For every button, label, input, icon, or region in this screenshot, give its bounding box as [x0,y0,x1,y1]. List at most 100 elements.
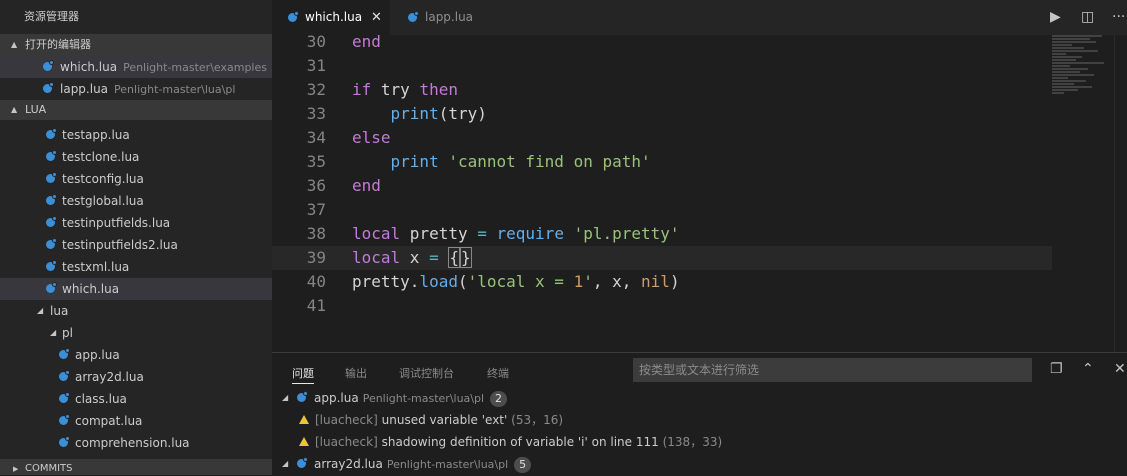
tree-item[interactable]: class.lua [0,388,272,410]
tree-item[interactable]: comprehension.lua [0,432,272,454]
open-editors-label: 打开的编辑器 [25,38,91,51]
close-icon[interactable]: ✕ [1114,361,1126,377]
tree-item-label: testxml.lua [62,260,130,274]
lua-folder-label: LUA [25,103,47,116]
bottom-panel: 问题 输出 调试控制台 终端 按类型或文本进行筛选 ❐ ⌃ ✕ ◢ app.lu… [272,352,1127,476]
tree-folder[interactable]: ◢ lua [0,300,272,322]
problem-count-badge: 5 [514,457,532,473]
code-text: print(try) [390,104,487,123]
problem-source: [luacheck] [315,435,378,449]
tree-item-label: testinputfields.lua [62,216,171,230]
lua-file-icon [46,194,57,205]
problem-file-name: app.lua [314,391,359,405]
problem-file-row[interactable]: ◢ app.lua Penlight-master\lua\pl 2 [272,387,1127,409]
tree-item-selected[interactable]: which.lua [0,278,272,300]
tree-item[interactable]: array2d.lua [0,366,272,388]
tree-item[interactable]: testinputfields2.lua [0,234,272,256]
code-text: local x = {} [352,247,472,268]
commits-label: COMMITS [25,463,73,474]
problem-location: (53，16) [511,413,564,427]
editor-area: which.lua ✕ lapp.lua ▶ ◫ ··· 30 end 31 32… [272,0,1127,352]
code-text: end [352,32,381,51]
problem-item[interactable]: [luacheck] unused variable 'ext' (53，16) [272,409,1127,431]
scrollbar[interactable] [1114,35,1127,352]
lua-file-icon [46,238,57,249]
run-icon[interactable]: ▶ [1050,9,1061,25]
tab-debug-console[interactable]: 调试控制台 [399,365,454,381]
lua-file-icon [288,11,299,22]
tree-item-label: class.lua [75,392,127,406]
tree-item[interactable]: compat.lua [0,410,272,432]
code-line: 34 else [272,126,1052,150]
copy-icon[interactable]: ❐ [1050,361,1063,377]
lua-folder-header[interactable]: ▲ LUA [0,100,272,120]
tree-item[interactable]: testapp.lua [0,124,272,146]
code-line: 31 [272,54,1052,78]
tree-item-label: testconfig.lua [62,172,144,186]
tree-item-label: which.lua [62,282,120,296]
code-text: end [352,176,381,195]
tree-item[interactable]: testclone.lua [0,146,272,168]
problem-file-row[interactable]: ◢ array2d.lua Penlight-master\lua\pl 5 [272,453,1127,475]
chevron-down-icon: ▲ [11,105,18,114]
line-number: 30 [306,32,326,51]
tree-item[interactable]: testglobal.lua [0,190,272,212]
line-number: 33 [306,104,326,123]
tree-folder[interactable]: ◢ pl [0,322,272,344]
lua-file-icon [297,391,308,402]
line-number: 41 [306,296,326,315]
tab-terminal[interactable]: 终端 [487,365,509,381]
open-editors-header[interactable]: ▲ 打开的编辑器 [0,34,272,56]
lua-file-icon [46,260,57,271]
problem-file-path: Penlight-master\lua\pl [386,458,509,471]
problem-text: [luacheck] shadowing definition of varia… [315,431,722,453]
open-editor-item[interactable]: which.lua Penlight-master\examples [0,56,272,78]
filter-input[interactable]: 按类型或文本进行筛选 [633,358,1032,382]
tree-item-label: compat.lua [75,414,143,428]
problem-count-badge: 2 [490,391,508,407]
warning-icon [299,437,309,446]
line-number: 38 [306,224,326,243]
code-line-current: 39 local x = {} [272,246,1052,270]
more-icon[interactable]: ··· [1112,9,1125,25]
tree-item-label: testinputfields2.lua [62,238,178,252]
code-text: else [352,128,391,147]
tree-item[interactable]: app.lua [0,344,272,366]
open-editor-item[interactable]: lapp.lua Penlight-master\lua\pl [0,78,272,100]
chevron-up-icon[interactable]: ⌃ [1082,361,1094,377]
tree-item-label: comprehension.lua [75,436,190,450]
chevron-right-icon: ▶ [13,465,19,473]
lua-file-icon [59,414,70,425]
line-number: 36 [306,176,326,195]
code-line: 32 if try then [272,78,1052,102]
lua-file-icon [46,282,57,293]
problem-item[interactable]: [luacheck] shadowing definition of varia… [272,431,1127,453]
code-line: 41 [272,294,1052,318]
lua-file-icon [43,60,54,71]
commits-header[interactable]: ▶ COMMITS [0,459,272,475]
code-line: 40 pretty.load('local x = 1', x, nil) [272,270,1052,294]
minimap[interactable] [1052,35,1114,115]
tree-item[interactable]: testinputfields.lua [0,212,272,234]
code-editor[interactable]: 30 end 31 32 if try then 33 print(try) 34 e… [272,32,1127,352]
lua-file-icon [46,128,57,139]
tree-item[interactable]: testxml.lua [0,256,272,278]
lua-file-icon [46,216,57,227]
code-text: pretty.load('local x = 1', x, nil) [352,272,680,291]
open-editor-label: lapp.lua Penlight-master\lua\pl [60,78,235,101]
tab-problems[interactable]: 问题 [292,365,314,384]
problem-location: (138，33) [662,435,723,449]
lua-file-icon [59,436,70,447]
lua-file-icon [297,457,308,468]
split-editor-icon[interactable]: ◫ [1081,9,1094,25]
open-editor-label: which.lua Penlight-master\examples [60,56,267,79]
tree-item[interactable]: testconfig.lua [0,168,272,190]
line-number: 31 [306,56,326,75]
lua-file-icon [46,172,57,183]
problem-message: shadowing definition of variable 'i' on … [381,435,659,449]
tab-output[interactable]: 输出 [345,365,367,381]
tree-item-label: testclone.lua [62,150,140,164]
code-line: 37 [272,198,1052,222]
code-line: 33 print(try) [272,102,1052,126]
explorer-title: 资源管理器 [24,10,79,23]
